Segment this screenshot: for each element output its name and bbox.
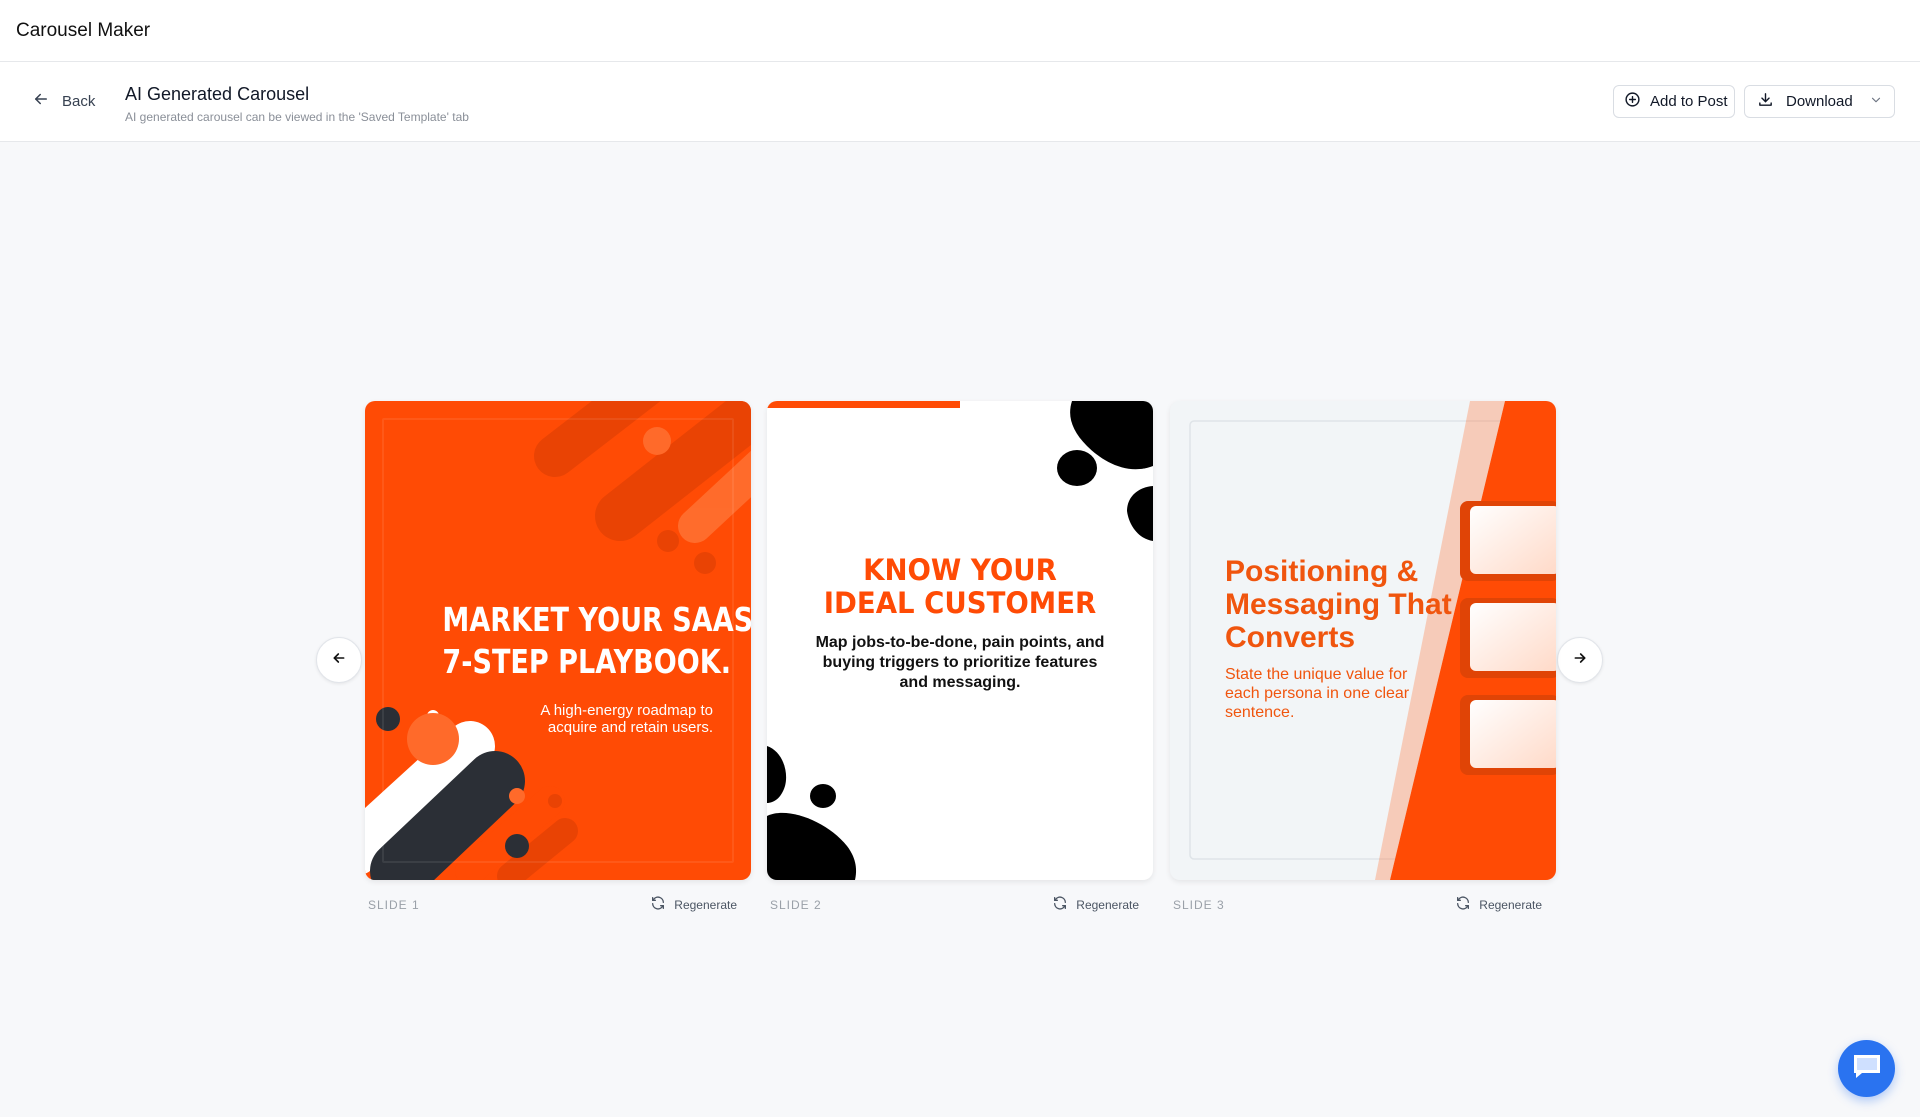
slide-3-meta: SLIDE 3 Regenerate xyxy=(1170,895,1556,915)
slide-2-meta: SLIDE 2 Regenerate xyxy=(767,895,1153,915)
slide-1-subheading: A high-energy roadmap to acquire and ret… xyxy=(540,702,713,736)
regenerate-label: Regenerate xyxy=(674,897,737,912)
slide-2-body: Map jobs-to-be-done, pain points, and bu… xyxy=(815,634,1105,691)
slide-3-preview[interactable]: Positioning & Messaging That Converts St… xyxy=(1170,401,1556,880)
page-subtitle: AI generated carousel can be viewed in t… xyxy=(125,110,469,124)
chevron-down-icon[interactable] xyxy=(1865,93,1883,111)
slide-1-heading: MARKET YOUR SAAS: 7-STEP PLAYBOOK. xyxy=(442,600,751,681)
slide-2-heading: KNOW YOUR IDEAL CUSTOMER xyxy=(823,553,1097,620)
back-button[interactable]: Back xyxy=(32,90,95,112)
download-label: Download xyxy=(1786,93,1853,110)
download-icon xyxy=(1757,91,1774,112)
regenerate-label: Regenerate xyxy=(1479,897,1542,912)
prev-slide-button[interactable] xyxy=(316,637,362,683)
back-label: Back xyxy=(62,92,96,110)
slide-3-heading: Positioning & Messaging That Converts xyxy=(1225,555,1452,654)
slide-label: SLIDE 1 xyxy=(368,898,420,912)
slide-3-body: State the unique value for each persona … xyxy=(1225,666,1410,721)
refresh-icon xyxy=(650,895,666,914)
add-to-post-button[interactable]: Add to Post xyxy=(1613,85,1735,118)
arrow-left-icon xyxy=(331,650,347,671)
slide-label: SLIDE 3 xyxy=(1173,898,1225,912)
arrow-left-icon xyxy=(32,90,50,112)
slide-2-preview[interactable]: KNOW YOUR IDEAL CUSTOMER Map jobs-to-be-… xyxy=(767,401,1153,880)
download-button[interactable]: Download xyxy=(1744,85,1895,118)
refresh-icon xyxy=(1052,895,1068,914)
plus-circle-icon xyxy=(1624,91,1641,112)
next-slide-button[interactable] xyxy=(1557,637,1603,683)
page-title: AI Generated Carousel xyxy=(125,84,310,104)
slide-2-accent-bar xyxy=(767,401,960,408)
arrow-right-icon xyxy=(1572,650,1588,671)
carousel-stage: MARKET YOUR SAAS: 7-STEP PLAYBOOK. A hig… xyxy=(0,143,1920,1117)
chat-button[interactable] xyxy=(1838,1040,1895,1097)
app-title: Carousel Maker xyxy=(16,19,151,41)
title-block: AI Generated Carousel AI generated carou… xyxy=(125,84,469,124)
chat-icon xyxy=(1851,1051,1883,1086)
regenerate-button[interactable]: Regenerate xyxy=(1455,895,1542,914)
refresh-icon xyxy=(1455,895,1471,914)
page-toolbar: Back AI Generated Carousel AI generated … xyxy=(0,62,1920,142)
regenerate-label: Regenerate xyxy=(1076,897,1139,912)
regenerate-button[interactable]: Regenerate xyxy=(1052,895,1139,914)
app-bar: Carousel Maker xyxy=(0,0,1920,62)
slide-1-preview[interactable]: MARKET YOUR SAAS: 7-STEP PLAYBOOK. A hig… xyxy=(365,401,751,880)
slide-1-meta: SLIDE 1 Regenerate xyxy=(365,895,751,915)
add-to-post-label: Add to Post xyxy=(1650,93,1728,110)
regenerate-button[interactable]: Regenerate xyxy=(650,895,737,914)
slide-label: SLIDE 2 xyxy=(770,898,822,912)
